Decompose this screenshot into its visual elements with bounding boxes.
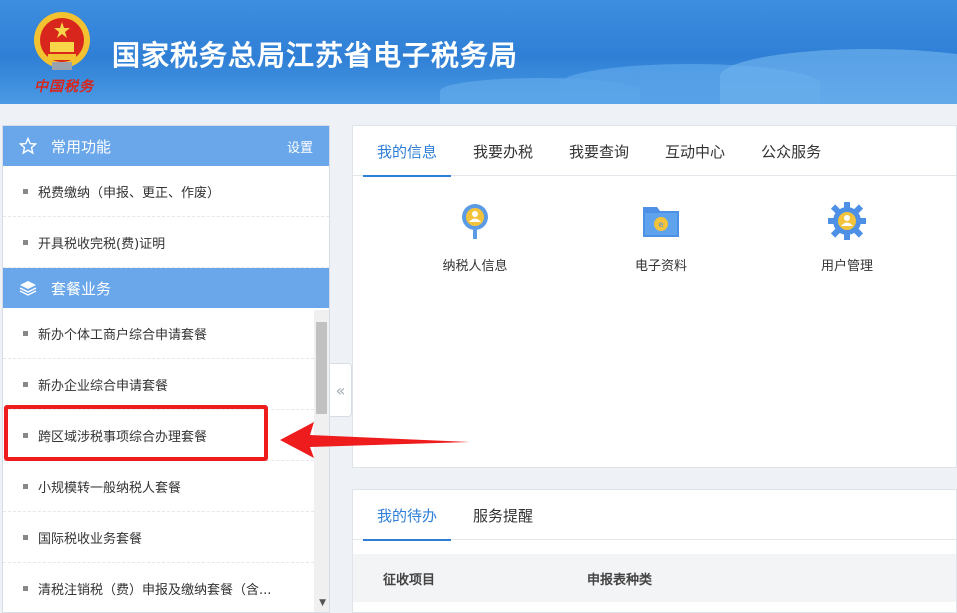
red-arrow-annotation-icon <box>280 422 470 458</box>
layers-icon <box>19 279 37 297</box>
main-tabs: 我的信息 我要办税 我要查询 互动中心 公众服务 <box>353 126 956 177</box>
tile-user-management[interactable]: 用户管理 <box>787 201 907 274</box>
section-label: 套餐业务 <box>51 279 112 298</box>
bullet <box>23 330 28 336</box>
double-chevron-left-icon: « <box>335 380 346 400</box>
sidebar-item-label: 新办企业综合申请套餐 <box>38 378 169 394</box>
svg-text:e: e <box>659 220 664 229</box>
site-title: 国家税务总局江苏省电子税务局 <box>112 39 519 72</box>
column-header: 申报表种类 <box>587 572 653 588</box>
taxpayer-info-icon <box>462 204 488 239</box>
tile-electronic-docs[interactable]: e 电子资料 <box>601 201 721 274</box>
section-common-functions[interactable]: 常用功能 设置 <box>3 126 329 166</box>
scrollbar-thumb[interactable] <box>316 322 327 414</box>
sidebar-item[interactable]: 清税注销税（费）申报及缴纳套餐（含... <box>3 563 329 612</box>
scroll-down-arrow-icon[interactable]: ▼ <box>319 598 326 608</box>
sidebar-item-label: 新办个体工商户综合申请套餐 <box>38 327 208 343</box>
my-info-panel: 我的信息 我要办税 我要查询 互动中心 公众服务 纳税人信息 e 电子资料 用户… <box>352 125 957 468</box>
section-label: 常用功能 <box>51 137 112 156</box>
tile-taxpayer-info[interactable]: 纳税人信息 <box>415 201 535 274</box>
gear-user-icon <box>828 202 866 240</box>
bullet <box>23 381 28 387</box>
sidebar: 常用功能 设置 税费缴纳（申报、更正、作废） 开具税收完税(费)证明 套餐业务 … <box>2 125 330 613</box>
sidebar-item-label: 开具税收完税(费)证明 <box>38 236 166 252</box>
todo-table-header: 征收项目 申报表种类 <box>353 554 956 602</box>
tab-public-service[interactable]: 公众服务 <box>747 126 835 176</box>
bullet <box>23 534 28 540</box>
tab-query[interactable]: 我要查询 <box>555 126 643 176</box>
bullet <box>23 585 28 591</box>
star-icon <box>19 137 37 155</box>
todo-tabs: 我的待办 服务提醒 <box>353 490 956 541</box>
settings-link[interactable]: 设置 <box>287 137 313 156</box>
sidebar-collapse-button[interactable]: « <box>330 363 352 417</box>
tab-my-info[interactable]: 我的信息 <box>363 126 452 177</box>
header-decoration <box>720 49 957 104</box>
tile-label: 纳税人信息 <box>442 259 508 274</box>
tab-tax-handling[interactable]: 我要办税 <box>459 126 547 176</box>
sidebar-item[interactable]: 小规模转一般纳税人套餐 <box>3 461 329 512</box>
tab-interaction[interactable]: 互动中心 <box>651 126 739 176</box>
section-package-services[interactable]: 套餐业务 <box>3 268 329 308</box>
brand-script: 中国税务 <box>34 79 94 95</box>
tile-label: 用户管理 <box>820 259 873 274</box>
bullet <box>23 188 28 194</box>
site-header: 中国税务 国家税务总局江苏省电子税务局 <box>0 0 957 104</box>
sidebar-item[interactable]: 开具税收完税(费)证明 <box>3 217 329 268</box>
tab-service-reminder[interactable]: 服务提醒 <box>459 490 547 540</box>
highlight-annotation-box <box>4 405 268 461</box>
sidebar-item[interactable]: 国际税收业务套餐 <box>3 512 329 563</box>
sidebar-item-label: 清税注销税（费）申报及缴纳套餐（含... <box>38 582 272 598</box>
folder-icon: e <box>643 207 679 237</box>
tile-label: 电子资料 <box>634 259 687 274</box>
sidebar-item-label: 小规模转一般纳税人套餐 <box>38 480 182 496</box>
sidebar-item[interactable]: 税费缴纳（申报、更正、作废） <box>3 166 329 217</box>
tab-my-todo[interactable]: 我的待办 <box>363 490 452 541</box>
column-header: 征收项目 <box>383 572 436 588</box>
sidebar-item-label: 国际税收业务套餐 <box>38 531 143 547</box>
sidebar-item-label: 税费缴纳（申报、更正、作废） <box>38 185 221 201</box>
sidebar-item[interactable]: 新办个体工商户综合申请套餐 <box>3 308 329 359</box>
tax-emblem-icon <box>34 12 90 70</box>
bullet <box>23 239 28 245</box>
todo-panel: 我的待办 服务提醒 征收项目 申报表种类 <box>352 489 957 613</box>
bullet <box>23 483 28 489</box>
sidebar-item[interactable]: 新办企业综合申请套餐 <box>3 359 329 410</box>
